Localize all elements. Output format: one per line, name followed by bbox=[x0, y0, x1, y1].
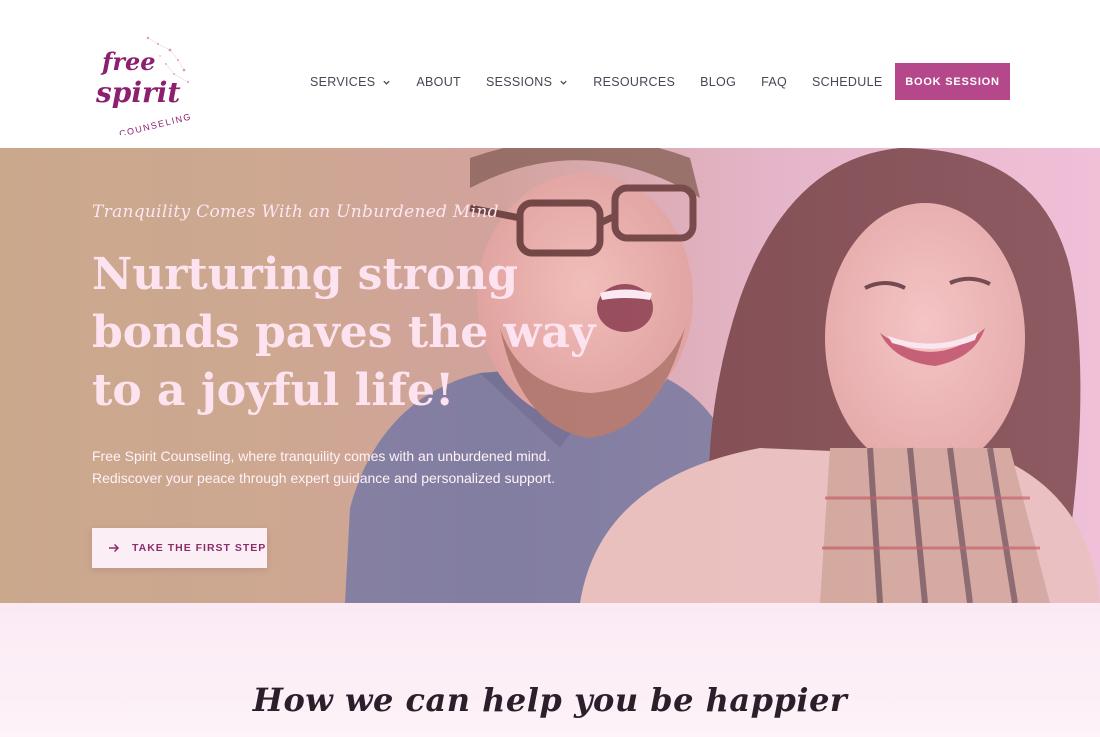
nav-item-label: RESOURCES bbox=[593, 75, 676, 89]
nav-item-schedule[interactable]: SCHEDULE bbox=[812, 75, 882, 89]
subtext-line: Rediscover your peace through expert gui… bbox=[92, 470, 556, 486]
nav-item-about[interactable]: ABOUT bbox=[416, 75, 461, 89]
nav-item-resources[interactable]: RESOURCES bbox=[593, 75, 675, 89]
nav-item-services[interactable]: SERVICES bbox=[310, 75, 391, 89]
logo-text-spirit: spirit bbox=[95, 76, 180, 109]
hero-subtext: Free Spirit Counseling, where tranquilit… bbox=[92, 445, 556, 489]
headline-line: bonds paves the way bbox=[92, 307, 596, 358]
nav-item-label: SESSIONS bbox=[485, 75, 553, 89]
site-header: free spirit COUNSELING SERVICES ABOUT SE… bbox=[0, 0, 1100, 148]
hero-tagline: Tranquility Comes With an Unburdened Min… bbox=[92, 202, 499, 222]
nav-item-label: SERVICES bbox=[310, 75, 376, 89]
cta-label: TAKE THE FIRST STEP bbox=[132, 542, 267, 554]
hero-headline: Nurturing strong bonds paves the way to … bbox=[92, 246, 596, 420]
headline-line: Nurturing strong bbox=[92, 249, 519, 300]
nav-item-label: SCHEDULE bbox=[812, 75, 883, 89]
nav-item-sessions[interactable]: SESSIONS bbox=[486, 75, 568, 89]
nav-item-label: BLOG bbox=[700, 75, 737, 89]
help-section: How we can help you be happier bbox=[0, 603, 1100, 737]
arrow-right-icon bbox=[109, 543, 120, 553]
logo-text-free: free bbox=[100, 47, 156, 76]
nav-item-faq[interactable]: FAQ bbox=[761, 75, 787, 89]
logo-text-counseling: COUNSELING bbox=[118, 111, 193, 135]
nav-item-blog[interactable]: BLOG bbox=[700, 75, 736, 89]
headline-line: to a joyful life! bbox=[92, 365, 455, 416]
chevron-down-icon bbox=[383, 80, 391, 85]
subtext-line: Free Spirit Counseling, where tranquilit… bbox=[92, 448, 551, 464]
hero-section: Tranquility Comes With an Unburdened Min… bbox=[0, 148, 1100, 603]
chevron-down-icon bbox=[560, 80, 567, 85]
logo[interactable]: free spirit COUNSELING bbox=[88, 30, 198, 135]
main-nav: SERVICES ABOUT SESSIONS RESOURCES BLOG F… bbox=[310, 72, 907, 92]
nav-item-label: ABOUT bbox=[416, 75, 461, 89]
nav-item-label: FAQ bbox=[761, 75, 787, 89]
take-first-step-button[interactable]: TAKE THE FIRST STEP bbox=[92, 528, 267, 568]
book-session-button[interactable]: BOOK SESSION bbox=[895, 63, 1010, 100]
section-title: How we can help you be happier bbox=[252, 681, 848, 719]
